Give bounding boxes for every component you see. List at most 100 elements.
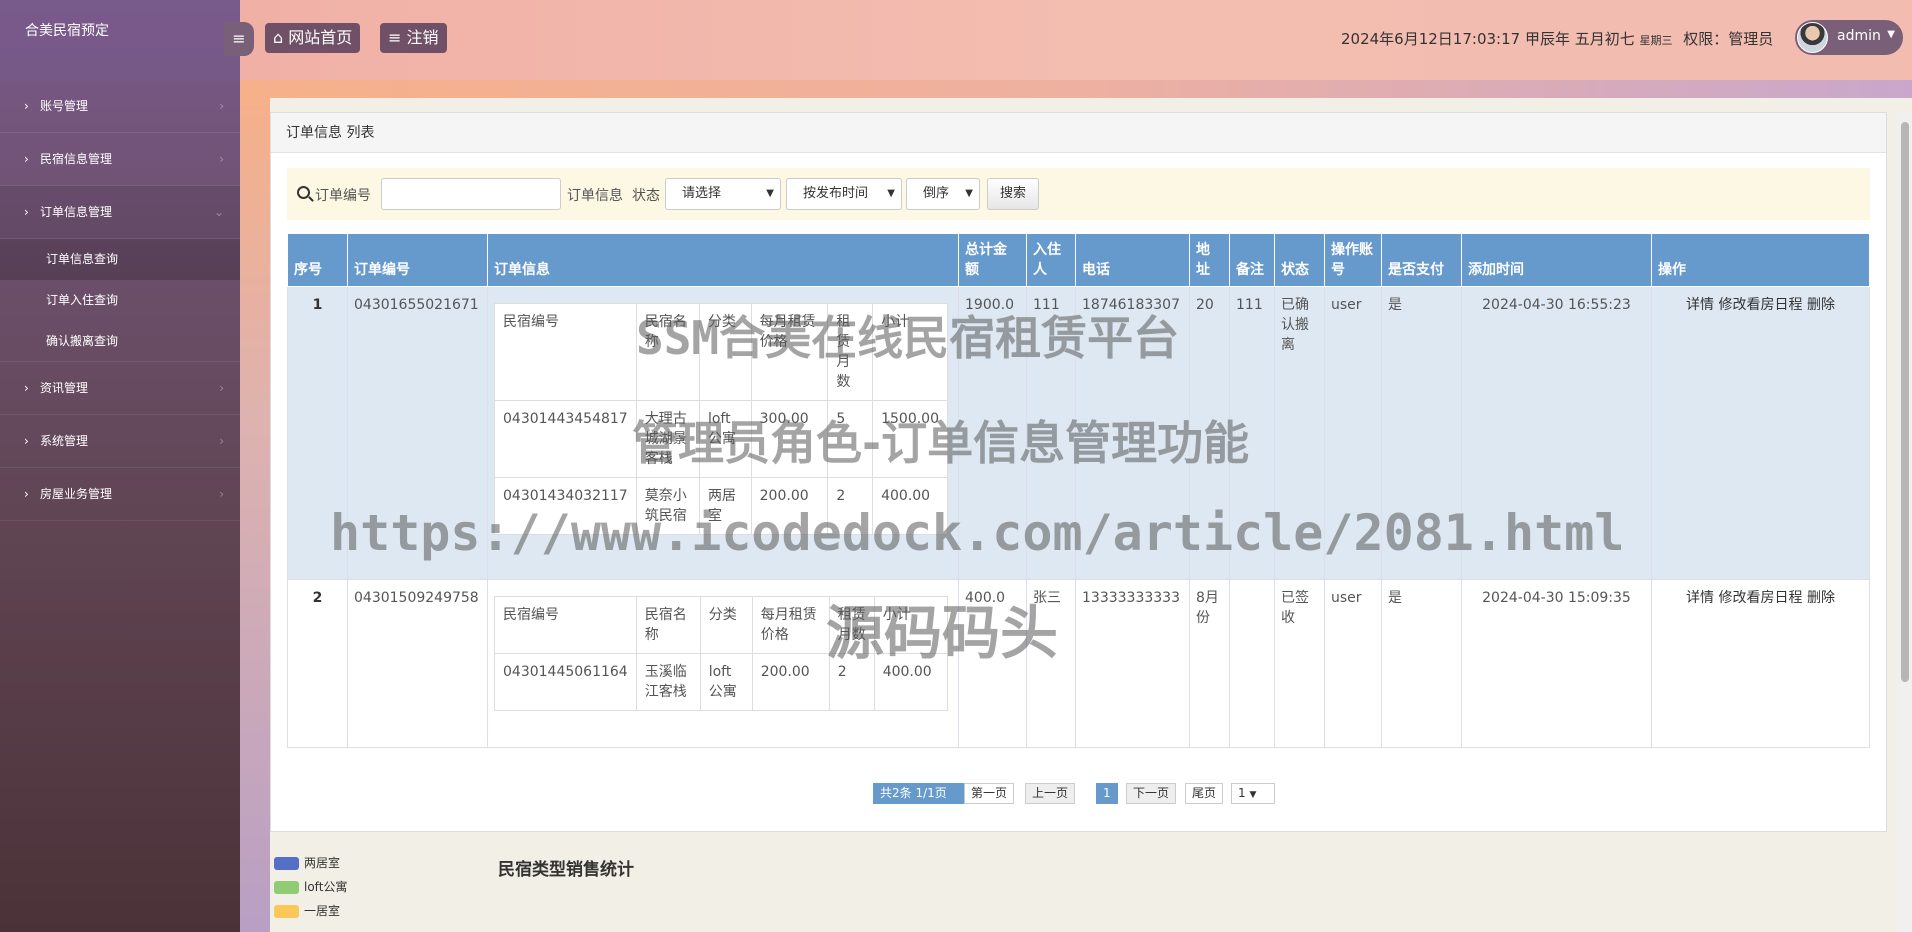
search-button[interactable]: 搜索 xyxy=(987,178,1039,210)
ops-cell: 详情 修改看房日程 删除 xyxy=(1651,286,1870,580)
inner-cell: 04301443454817 xyxy=(494,400,637,478)
remark-cell: 111 xyxy=(1229,286,1275,580)
table-row: 1 04301655021671 民宿编号 民宿名称 分类 每月租赁价格 租赁月… xyxy=(287,286,1870,580)
order-info-label: 订单信息 xyxy=(567,188,623,204)
table-header-row: 序号 订单编号 订单信息 总计金额 入住人 电话 地址 备注 状态 操作账号 是… xyxy=(287,233,1870,287)
inner-cell: 莫奈小筑民宿 xyxy=(635,477,700,535)
sidebar-item-account[interactable]: › 账号管理 › xyxy=(0,80,240,133)
sidebar-item-housing[interactable]: › 房屋业务管理 › xyxy=(0,468,240,521)
menu-toggle-button[interactable]: ≡ xyxy=(224,22,254,56)
detail-link[interactable]: 详情 xyxy=(1686,590,1714,606)
edit-schedule-link[interactable]: 修改看房日程 xyxy=(1719,590,1803,606)
sidebar-item-news[interactable]: › 资讯管理 › xyxy=(0,362,240,415)
panel-title: 订单信息 列表 xyxy=(271,113,1886,153)
avatar xyxy=(1797,22,1828,53)
caret-down-icon: ▼ xyxy=(1887,29,1895,40)
inner-cell: 200.00 xyxy=(750,477,829,535)
sidebar-subitem-checkin-query[interactable]: 订单入住查询 xyxy=(0,280,240,321)
search-bar: 订单编号 订单信息 状态 请选择 ▼ 按发布时间 ▼ 倒序 ▼ 搜索 xyxy=(287,168,1870,220)
col-header: 总计金额 xyxy=(958,233,1027,287)
legend-item[interactable]: 一居室 xyxy=(274,903,347,927)
pager-select-value: 1 xyxy=(1238,786,1246,800)
inner-row: 04301445061164 玉溪临江客栈 loft公寓 200.00 2 40… xyxy=(494,653,949,711)
order-items-table: 民宿编号 民宿名称 分类 每月租赁价格 租赁月数 小计 043014450611… xyxy=(494,596,949,711)
operator-cell: user xyxy=(1324,286,1382,580)
inner-col-header: 每月租赁价格 xyxy=(751,596,830,654)
app-brand: 合美民宿预定 xyxy=(0,0,240,80)
col-header: 添加时间 xyxy=(1461,233,1652,287)
page-scrollbar[interactable] xyxy=(1897,112,1912,932)
order-items-table: 民宿编号 民宿名称 分类 每月租赁价格 租赁月数 小计 043014434548… xyxy=(494,303,948,535)
scrollbar-thumb[interactable] xyxy=(1901,122,1909,682)
hamburger-icon: ≡ xyxy=(232,29,246,48)
chevron-down-icon: ⌄ xyxy=(213,205,224,219)
paid-cell: 是 xyxy=(1381,579,1462,748)
sort-order-select[interactable]: 倒序 ▼ xyxy=(906,178,980,210)
legend-item[interactable]: 两居室 xyxy=(274,855,347,879)
home-icon: ⌂ xyxy=(273,28,284,47)
top-bar: ≡ ⌂ 网站首页 ≡ 注销 2024年6月12日17:03:17 甲辰年 五月初… xyxy=(224,0,1912,80)
chevron-right-icon: › xyxy=(219,99,224,113)
total-cell: 400.0 xyxy=(958,579,1027,748)
pager-current[interactable]: 1 xyxy=(1096,783,1118,804)
col-header: 操作 xyxy=(1651,233,1870,287)
inner-col-header: 民宿名称 xyxy=(635,303,700,401)
order-list-panel: 订单信息 列表 订单编号 订单信息 状态 请选择 ▼ 按发布时间 ▼ 倒序 ▼ … xyxy=(270,112,1887,832)
chart-title: 民宿类型销售统计 xyxy=(498,860,634,880)
ops-cell: 详情 修改看房日程 删除 xyxy=(1651,579,1870,748)
pager-first[interactable]: 第一页 xyxy=(964,783,1015,804)
status-label: 状态 xyxy=(632,188,660,204)
pager-prev[interactable]: 上一页 xyxy=(1025,783,1076,804)
delete-link[interactable]: 删除 xyxy=(1807,590,1835,606)
address-cell: 20 xyxy=(1189,286,1230,580)
order-no-cell: 04301655021671 xyxy=(347,286,488,580)
sidebar-item-label: 账号管理 xyxy=(40,99,89,113)
phone-cell: 13333333333 xyxy=(1075,579,1190,748)
user-menu[interactable]: admin ▼ xyxy=(1795,20,1903,55)
paid-cell: 是 xyxy=(1381,286,1462,580)
sidebar-item-homestay[interactable]: › 民宿信息管理 › xyxy=(0,133,240,186)
status-select[interactable]: 请选择 ▼ xyxy=(665,178,781,210)
sidebar-subitem-checkout-query[interactable]: 确认搬离查询 xyxy=(0,321,240,362)
col-header: 操作账号 xyxy=(1324,233,1382,287)
pager-last[interactable]: 尾页 xyxy=(1185,783,1224,804)
col-header: 订单编号 xyxy=(347,233,488,287)
pager-next[interactable]: 下一页 xyxy=(1126,783,1177,804)
inner-cell: 2 xyxy=(828,653,875,711)
table-row: 2 04301509249758 民宿编号 民宿名称 分类 每月租赁价格 租赁月… xyxy=(287,579,1870,748)
guest-cell: 111 xyxy=(1026,286,1076,580)
order-table: 序号 订单编号 订单信息 总计金额 入住人 电话 地址 备注 状态 操作账号 是… xyxy=(287,233,1870,748)
col-header: 地址 xyxy=(1189,233,1230,287)
pager-select[interactable]: 1 ▼ xyxy=(1231,783,1275,804)
edit-schedule-link[interactable]: 修改看房日程 xyxy=(1719,297,1803,313)
sidebar-subitem-order-query[interactable]: 订单信息查询 xyxy=(0,239,240,280)
logout-button[interactable]: ≡ 注销 xyxy=(380,23,447,53)
header-gradient-band xyxy=(240,80,1912,98)
detail-link[interactable]: 详情 xyxy=(1686,297,1714,313)
inner-cell: 大理古城湖景客栈 xyxy=(635,400,700,478)
site-home-button[interactable]: ⌂ 网站首页 xyxy=(265,23,361,53)
remark-cell xyxy=(1229,579,1275,748)
order-no-input[interactable] xyxy=(381,178,561,210)
inner-cell: 200.00 xyxy=(751,653,830,711)
inner-cell: 两居室 xyxy=(698,477,752,535)
sidebar-item-orders[interactable]: › 订单信息管理 ⌄ xyxy=(0,186,240,239)
inner-row: 04301443454817 大理古城湖景客栈 loft公寓 300.00 5 … xyxy=(494,400,948,478)
status-select-value: 请选择 xyxy=(682,186,722,201)
sort-field-select[interactable]: 按发布时间 ▼ xyxy=(786,178,902,210)
legend-label: 一居室 xyxy=(304,904,341,918)
inner-cell: 1500.00 xyxy=(872,400,948,478)
legend-item[interactable]: loft公寓 xyxy=(274,879,347,903)
sidebar-item-system[interactable]: › 系统管理 › xyxy=(0,415,240,468)
delete-link[interactable]: 删除 xyxy=(1807,297,1835,313)
inner-cell: 300.00 xyxy=(750,400,829,478)
inner-cell: 2 xyxy=(827,477,874,535)
total-cell: 1900.0 xyxy=(958,286,1027,580)
role-text: 权限：管理员 xyxy=(1683,30,1774,48)
datetime-display: 2024年6月12日17:03:17 甲辰年 五月初七 星期三 权限：管理员 xyxy=(1341,28,1773,49)
username: admin xyxy=(1837,28,1881,44)
chevron-right-icon: › xyxy=(219,152,224,166)
phone-cell: 18746183307 xyxy=(1075,286,1190,580)
content-gradient-side xyxy=(240,98,270,932)
chart-legend: 两居室 loft公寓 一居室 xyxy=(274,855,347,927)
